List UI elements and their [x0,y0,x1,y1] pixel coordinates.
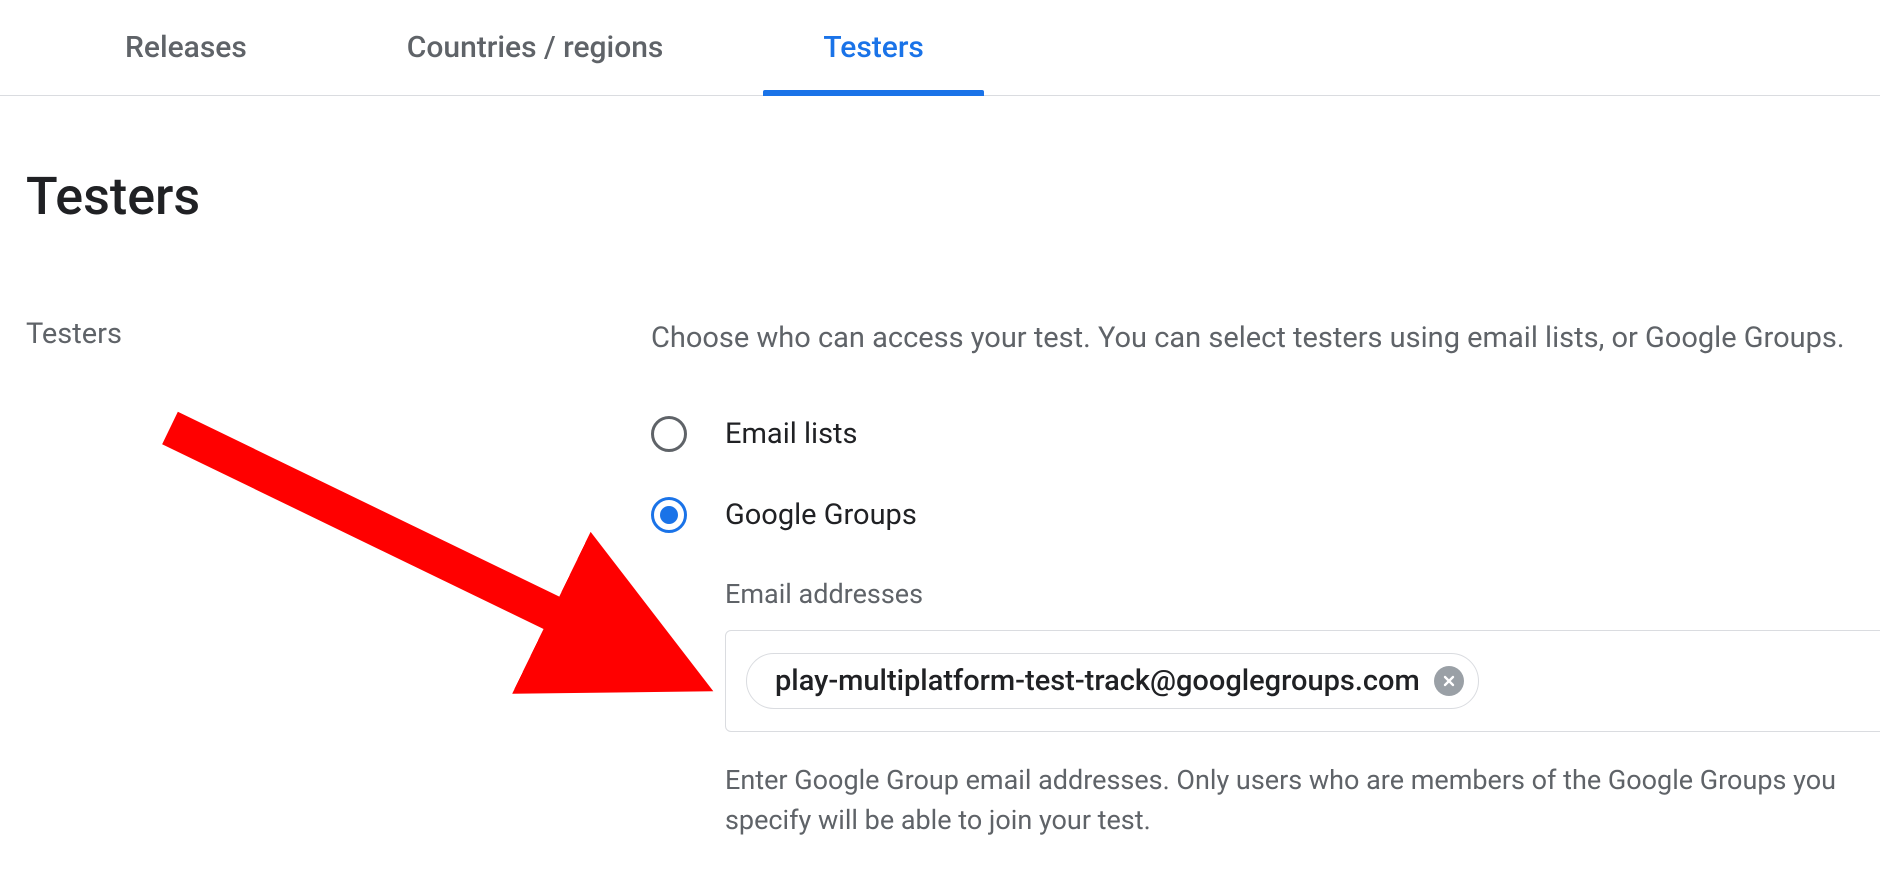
email-addresses-label: Email addresses [725,578,1880,610]
remove-chip-icon[interactable] [1434,666,1464,696]
radio-icon [651,416,687,452]
email-addresses-input[interactable]: play-multiplatform-test-track@googlegrou… [725,630,1880,732]
radio-selected-icon [651,497,687,533]
page-title: Testers [26,166,1880,227]
email-chip: play-multiplatform-test-track@googlegrou… [746,653,1479,709]
email-chip-text: play-multiplatform-test-track@googlegrou… [775,664,1420,698]
radio-label: Email lists [725,417,858,451]
tab-releases[interactable]: Releases [105,0,267,95]
radio-option-email-lists[interactable]: Email lists [651,416,1880,452]
radio-option-google-groups[interactable]: Google Groups [651,497,1880,533]
tab-countries-regions[interactable]: Countries / regions [387,0,684,95]
settings-field-label: Testers [26,317,651,841]
tab-bar: Releases Countries / regions Testers [0,0,1880,96]
email-addresses-section: Email addresses play-multiplatform-test-… [725,578,1880,841]
radio-label: Google Groups [725,498,917,532]
testers-settings-row: Testers Choose who can access your test.… [0,317,1880,841]
radio-dot-icon [660,506,678,524]
email-addresses-helper-text: Enter Google Group email addresses. Only… [725,760,1880,841]
tab-testers[interactable]: Testers [803,0,944,95]
settings-description: Choose who can access your test. You can… [651,317,1880,361]
settings-field-content: Choose who can access your test. You can… [651,317,1880,841]
